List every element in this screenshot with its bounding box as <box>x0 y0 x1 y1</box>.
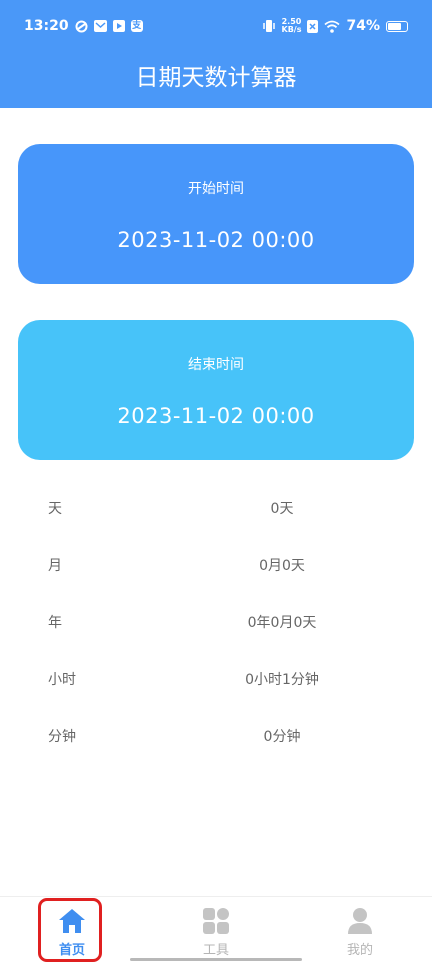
result-row-years: 年 0年0月0天 <box>0 612 432 636</box>
alipay-icon: 支 <box>130 20 143 32</box>
end-time-value[interactable]: 2023-11-02 00:00 <box>18 404 414 428</box>
result-row-minutes: 分钟 0分钟 <box>0 726 432 750</box>
result-row-hours: 小时 0小时1分钟 <box>0 669 432 693</box>
home-indicator <box>130 958 302 961</box>
result-value: 0分钟 <box>263 729 301 745</box>
result-value: 0天 <box>270 501 294 517</box>
result-label: 天 <box>48 501 62 517</box>
battery-percent: 74% <box>346 18 380 34</box>
result-label: 小时 <box>48 672 76 688</box>
start-time-card[interactable]: 开始时间 2023-11-02 00:00 <box>18 144 414 284</box>
tab-tools[interactable]: 工具 <box>180 897 252 965</box>
video-app-icon <box>112 20 125 32</box>
vibrate-icon <box>262 20 275 32</box>
tab-mine-label: 我的 <box>346 943 373 958</box>
result-label: 年 <box>48 615 62 631</box>
loop-app-icon <box>75 20 88 32</box>
tools-grid-icon <box>203 908 229 934</box>
battery-fill <box>388 22 401 30</box>
start-time-value[interactable]: 2023-11-02 00:00 <box>18 228 414 252</box>
start-time-label: 开始时间 <box>188 181 244 197</box>
result-value: 0年0月0天 <box>247 615 317 631</box>
status-right: 2.50 KB/s 74% <box>262 18 408 34</box>
end-time-card[interactable]: 结束时间 2023-11-02 00:00 <box>18 320 414 460</box>
network-speed-unit: KB/s <box>281 25 302 34</box>
result-value: 0月0天 <box>259 558 305 574</box>
tab-tools-label: 工具 <box>202 943 229 958</box>
wifi-icon <box>324 20 341 33</box>
mail-icon <box>93 20 107 32</box>
result-label: 分钟 <box>48 729 76 745</box>
no-sim-icon <box>307 19 319 33</box>
status-bar: 13:20 支 2.50 KB/s 74% <box>0 0 432 52</box>
highlight-box <box>38 898 102 962</box>
result-label: 月 <box>48 558 62 574</box>
page-title: 日期天数计算器 <box>135 65 297 91</box>
status-left: 13:20 支 <box>24 18 143 34</box>
network-speed: 2.50 KB/s <box>282 18 302 34</box>
result-row-days: 天 0天 <box>0 498 432 522</box>
tab-mine[interactable]: 我的 <box>324 897 396 965</box>
app-header: 13:20 支 2.50 KB/s 74% 日期天数计算器 <box>0 0 432 108</box>
battery-icon <box>386 20 408 32</box>
person-icon <box>348 908 372 934</box>
result-value: 0小时1分钟 <box>245 672 319 688</box>
result-row-months: 月 0月0天 <box>0 555 432 579</box>
end-time-label: 结束时间 <box>188 357 244 373</box>
status-time: 13:20 <box>24 18 69 34</box>
